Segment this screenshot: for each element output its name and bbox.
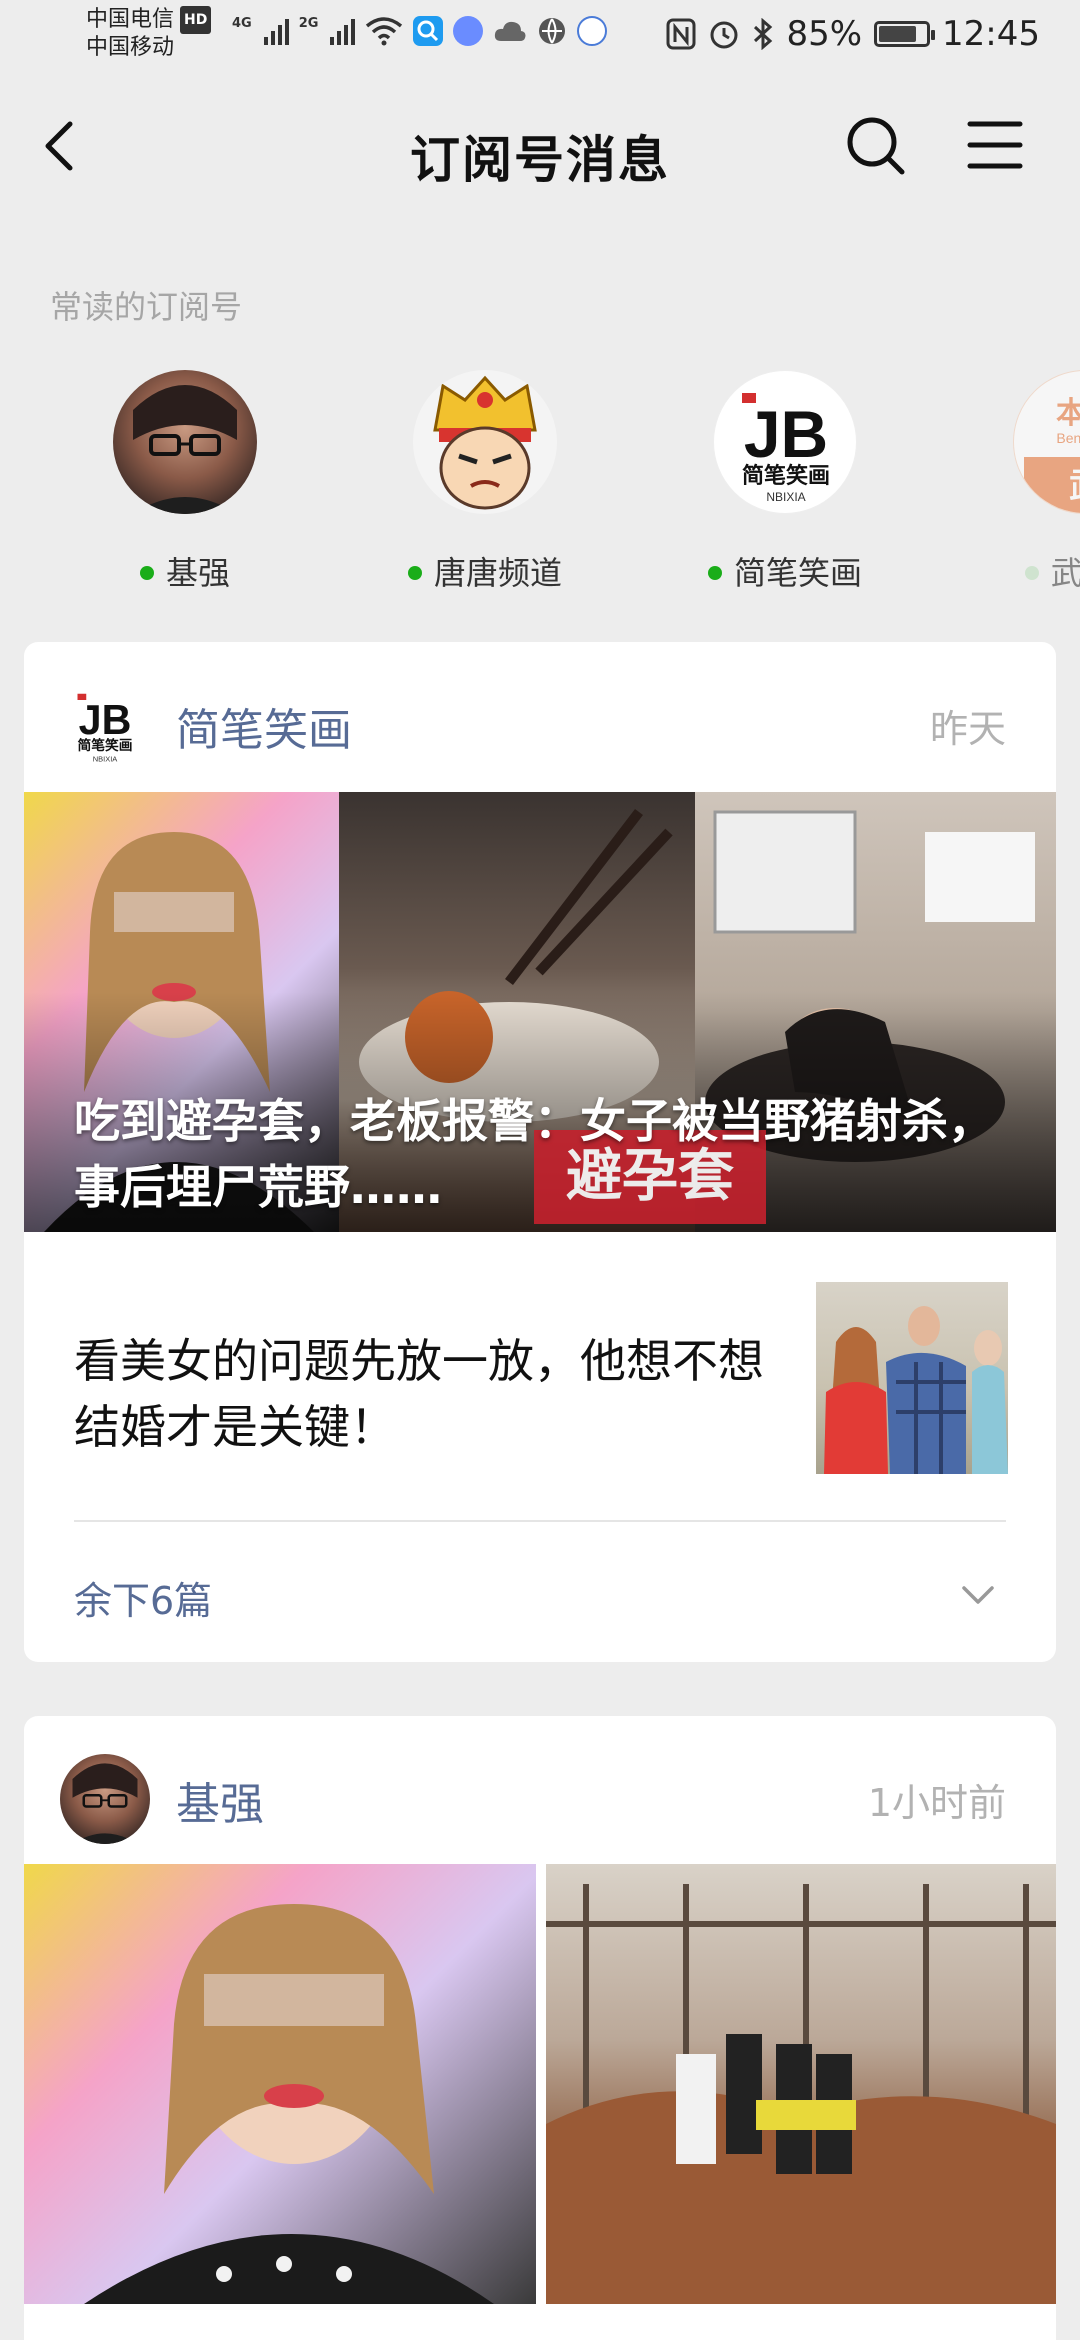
ifly-icon: [577, 16, 608, 46]
svg-text:Bendibao: Bendibao: [1056, 430, 1080, 446]
frequent-name: 基强: [45, 548, 325, 594]
svg-text:本地: 本地: [1056, 396, 1080, 431]
wifi-icon: [366, 17, 403, 46]
update-dot: [407, 566, 422, 580]
svg-text:JB: JB: [79, 697, 132, 743]
music-app-icon: [453, 16, 484, 46]
article-images[interactable]: [24, 1864, 1056, 2304]
more-articles-row[interactable]: 余下6篇: [24, 1522, 1056, 1662]
nfc-icon: [666, 18, 696, 50]
account-name[interactable]: 简笔笑画: [176, 694, 352, 758]
status-left-icons: 4G 2G: [232, 16, 608, 46]
hero-title: 吃到避孕套，老板报警：女子被当野猪射杀，事后埋尸荒野……: [74, 1094, 994, 1214]
hero-article[interactable]: 避孕套 吃到避孕套，老板报警：女子被当野猪射杀，事后埋尸荒野……: [24, 792, 1056, 1232]
message-card-jianbi: JB 简笔笑画 NBIXIA 简笔笑画 昨天 避孕套 吃到避孕套，老板报警：女子被当…: [24, 642, 1056, 1662]
battery-icon: [874, 21, 936, 47]
frequent-item-tangtang[interactable]: 唐唐频道: [345, 370, 625, 594]
frequent-label: 常读的订阅号: [50, 288, 243, 326]
battery-percent: 85%: [786, 14, 863, 54]
bendibao-logo: 本地Bendibao 武: [1013, 370, 1080, 514]
avatar: [113, 370, 257, 514]
avatar: [413, 370, 557, 514]
post-time: 1小时前: [867, 1781, 1006, 1825]
signal-icon-2: [330, 17, 356, 45]
signal-icon: [263, 17, 289, 45]
search-app-icon: [413, 16, 444, 46]
alarm-icon: [710, 21, 738, 49]
chevron-down-icon: [962, 1586, 994, 1604]
net-label-4g: 4G: [232, 16, 252, 31]
article-image-right: [546, 1864, 1056, 2304]
jb-logo-avatar: JB 简笔笑画 NBIXIA: [60, 680, 150, 770]
status-right: 85% 12:45: [666, 14, 1040, 54]
carrier-2: 中国移动: [86, 35, 175, 60]
avatar: [60, 1754, 150, 1844]
cloud-icon: [495, 21, 526, 41]
frequent-name: 唐唐频道: [345, 548, 625, 594]
search-icon[interactable]: [840, 110, 910, 180]
browser-icon: [539, 18, 566, 44]
carrier-1: 中国电信: [86, 7, 175, 32]
post-time: 昨天: [929, 707, 1006, 751]
frequent-name: 简笔笑画: [645, 548, 925, 594]
hd-badge: HD: [180, 6, 212, 34]
account-name[interactable]: 基强: [176, 1768, 264, 1832]
card-header[interactable]: 基强 1小时前: [24, 1716, 1056, 1866]
svg-text:简笔笑画: 简笔笑画: [742, 463, 830, 489]
update-dot: [707, 566, 722, 580]
sub-article-thumbnail: [816, 1282, 1008, 1474]
svg-text:武: 武: [1069, 466, 1080, 506]
svg-text:NBIXIA: NBIXIA: [766, 490, 805, 504]
svg-text:简笔笑画: 简笔笑画: [77, 737, 132, 754]
card-header[interactable]: JB 简笔笑画 NBIXIA 简笔笑画 昨天: [24, 642, 1056, 792]
clock: 12:45: [942, 14, 1040, 54]
frequent-item-wuhan[interactable]: 本地Bendibao 武 武汉...: [945, 370, 1080, 594]
frequent-accounts: 基强 唐唐频道 JB简笔笑画NBIXIA 简笔笑画 本地Bendibao武 武汉…: [0, 370, 1080, 600]
net-label-2g: 2G: [298, 16, 319, 31]
carrier-info: 中国电信 HD 中国移动: [86, 6, 212, 62]
frequent-name: 武汉...: [945, 548, 1080, 594]
update-dot: [1024, 566, 1039, 580]
message-card-jiqiang: 基强 1小时前: [24, 1716, 1056, 2340]
menu-icon[interactable]: [960, 110, 1030, 180]
page-title: 订阅号消息: [410, 131, 670, 189]
nav-bar: 订阅号消息: [0, 80, 1080, 210]
sub-article[interactable]: 看美女的问题先放一放，他想不想结婚才是关键！: [24, 1232, 1056, 1512]
article-image-left: [24, 1864, 536, 2304]
sub-article-title: 看美女的问题先放一放，他想不想结婚才是关键！: [74, 1334, 764, 1454]
svg-text:JB: JB: [744, 397, 828, 471]
jb-logo: JB 简笔笑画 NBIXIA: [713, 370, 857, 514]
frequent-item-jianbi[interactable]: JB 简笔笑画 NBIXIA 简笔笑画: [645, 370, 925, 594]
frequent-item-jiqiang[interactable]: 基强: [45, 370, 325, 594]
bluetooth-icon: [754, 18, 773, 50]
update-dot: [139, 566, 154, 580]
status-bar: 中国电信 HD 中国移动 4G 2G 85% 12:45: [0, 0, 1080, 72]
more-articles-label: 余下6篇: [74, 1579, 213, 1623]
svg-text:NBIXIA: NBIXIA: [93, 754, 118, 763]
